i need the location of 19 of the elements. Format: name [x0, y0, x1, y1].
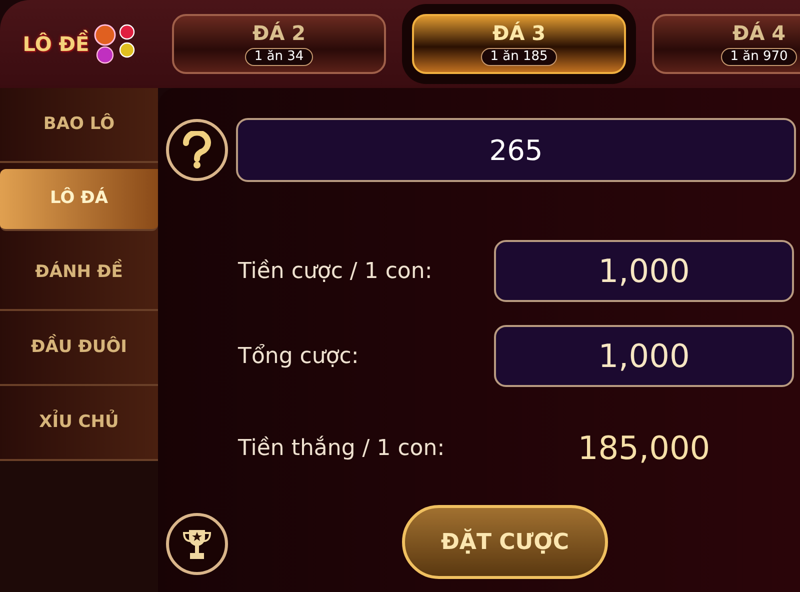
- odds-label: 1 ăn 185: [481, 48, 557, 66]
- logo-text: LÔ ĐỀ: [22, 29, 90, 59]
- odds-label: 1 ăn 970: [721, 48, 797, 66]
- tab[interactable]: ĐÁ 4 1 ăn 970: [652, 14, 800, 74]
- payout-amount: 185,000: [576, 428, 712, 469]
- balls-icon: [93, 24, 138, 64]
- amount-field[interactable]: 1,000: [494, 240, 794, 302]
- field-label: Tổng cược:: [238, 342, 360, 370]
- number-field[interactable]: 265: [236, 118, 796, 182]
- tab-title: ĐÁ 3: [492, 22, 546, 44]
- field-label: Tiền thắng / 1 con:: [238, 434, 446, 462]
- tab[interactable]: ĐÁ 2 1 ăn 34: [172, 14, 386, 74]
- bet-button[interactable]: ĐẶT CƯỢC: [402, 505, 608, 579]
- field-label: Tiền cược / 1 con:: [238, 258, 434, 286]
- tab-title: ĐÁ 4: [732, 22, 786, 44]
- tab-title: ĐÁ 2: [252, 22, 306, 44]
- amount-field[interactable]: 1,000: [494, 325, 794, 387]
- odds-label: 1 ăn 34: [245, 48, 313, 66]
- sidebar-item[interactable]: LÔ ĐÁ: [0, 169, 158, 231]
